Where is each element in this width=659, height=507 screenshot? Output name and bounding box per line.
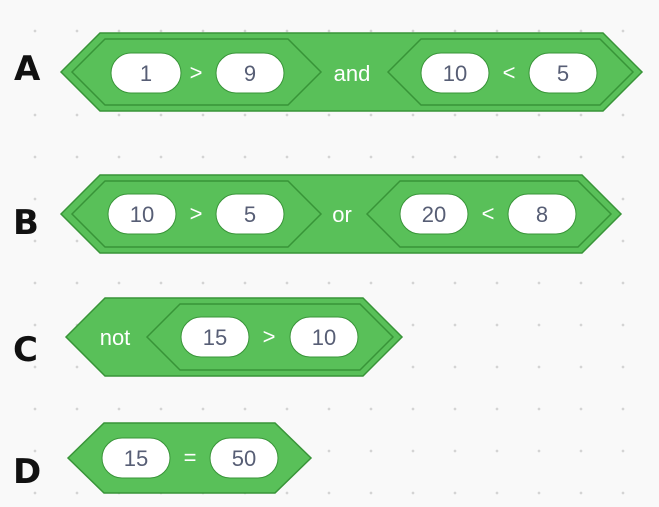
or-keyword: or: [332, 202, 352, 227]
number-input-b-right-2-value: 8: [536, 202, 548, 227]
not-keyword: not: [100, 325, 131, 350]
code-canvas: A B C D 1 > 9 and 10 < 5 10 > 5 or 20 < …: [0, 0, 659, 507]
number-input-d-right-value: 50: [232, 446, 256, 471]
number-input-a-left-value: 1: [140, 61, 152, 86]
and-keyword: and: [334, 61, 371, 86]
or-block[interactable]: 10 > 5 or 20 < 8: [59, 174, 623, 254]
number-input-a-right-value: 10: [443, 61, 467, 86]
less-than-block-b[interactable]: 20 < 8: [365, 180, 613, 248]
number-input-c-left-value: 15: [203, 325, 227, 350]
operator-a-right: <: [503, 60, 516, 85]
number-input-d-left-value: 15: [124, 446, 148, 471]
block-workspace: 1 > 9 and 10 < 5 10 > 5 or 20 < 8 not 15…: [59, 32, 644, 494]
and-block[interactable]: 1 > 9 and 10 < 5: [59, 32, 644, 112]
operator-b-left: >: [190, 201, 203, 226]
operator-c: >: [263, 324, 276, 349]
greater-than-block-c[interactable]: 15 > 10: [145, 303, 395, 371]
number-input-a-right-2-value: 5: [557, 61, 569, 86]
greater-than-block-a[interactable]: 1 > 9: [70, 38, 323, 106]
not-block[interactable]: not 15 > 10: [64, 297, 404, 377]
equals-block[interactable]: 15 = 50: [66, 422, 313, 494]
greater-than-block-b[interactable]: 10 > 5: [70, 180, 323, 248]
number-input-b-right-value: 20: [422, 202, 446, 227]
operator-b-right: <: [482, 201, 495, 226]
number-input-c-right-value: 10: [312, 325, 336, 350]
operator-a-left: >: [190, 60, 203, 85]
number-input-b-left-value: 10: [130, 202, 154, 227]
number-input-a-left-2-value: 9: [244, 61, 256, 86]
number-input-b-left-2-value: 5: [244, 202, 256, 227]
operator-d: =: [184, 445, 197, 470]
less-than-block-a[interactable]: 10 < 5: [386, 38, 635, 106]
